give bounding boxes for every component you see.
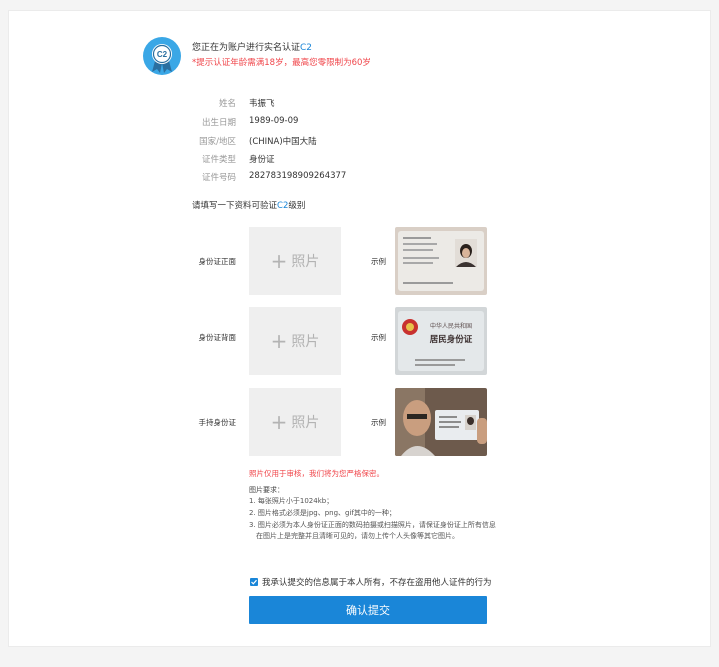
requirement-item: 1. 每张照片小于1024kb； xyxy=(249,497,334,505)
example-label: 示例 xyxy=(371,257,386,266)
example-label: 示例 xyxy=(371,418,386,427)
example-card-line2: 居民身份证 xyxy=(429,334,473,345)
upload-label-id-front: 身份证正面 xyxy=(198,257,237,266)
section-title-suffix: 级别 xyxy=(288,201,306,211)
info-label: 出生日期 xyxy=(201,118,236,128)
upload-id-front-button[interactable]: + 照片 xyxy=(249,227,341,295)
info-value: 韦振飞 xyxy=(249,99,275,109)
submit-button[interactable]: 确认提交 xyxy=(249,596,487,624)
section-title: 请填写一下资料可验证C2级别 xyxy=(192,199,305,211)
example-id-handheld-image xyxy=(395,388,487,456)
checkmark-icon xyxy=(251,579,257,585)
plus-icon: + xyxy=(270,410,288,434)
upload-text: 照片 xyxy=(291,254,320,270)
c2-badge-icon: C2 xyxy=(143,37,181,75)
plus-icon: + xyxy=(270,249,288,273)
info-label: 证件号码 xyxy=(201,173,236,183)
page-title: 您正在为账户进行实名认证C2 xyxy=(192,40,312,53)
section-title-text: 请填写一下资料可验证 xyxy=(192,201,278,211)
requirements-title: 图片要求： xyxy=(249,486,284,494)
example-id-back-image: 中华人民共和国 居民身份证 xyxy=(395,307,487,375)
example-card-line1: 中华人民共和国 xyxy=(430,322,472,330)
section-title-level: C2 xyxy=(277,201,289,211)
age-notice: *提示认证年龄需满18岁，最高您零限制为60岁 xyxy=(192,58,371,68)
info-value: (CHINA)中国大陆 xyxy=(249,137,317,147)
upload-text: 照片 xyxy=(291,334,320,350)
example-id-front-image xyxy=(395,227,487,295)
agreement-checkbox[interactable] xyxy=(250,578,258,586)
info-value: 1989-09-09 xyxy=(249,116,299,126)
requirement-item: 2. 图片格式必须是jpg、png、gif其中的一种； xyxy=(249,509,396,517)
requirement-item: 在图片上是完整并且清晰可见的，请勿上传个人头像等其它图片。 xyxy=(256,532,459,540)
verification-card xyxy=(8,10,711,647)
upload-id-back-button[interactable]: + 照片 xyxy=(249,307,341,375)
example-label: 示例 xyxy=(371,333,386,342)
requirement-item: 3. 图片必须为本人身份证正面的数码拍摄或扫描照片，请保证身份证上所有信息 xyxy=(249,521,496,529)
upload-label-id-handheld: 手持身份证 xyxy=(198,418,237,427)
upload-text: 照片 xyxy=(291,415,320,431)
info-label: 证件类型 xyxy=(201,155,236,165)
page-title-text: 您正在为账户进行实名认证 xyxy=(192,43,301,53)
info-value: 282783198909264377 xyxy=(249,171,347,181)
plus-icon: + xyxy=(270,329,288,353)
upload-label-id-back: 身份证背面 xyxy=(198,333,237,342)
info-label: 国家/地区 xyxy=(199,137,236,147)
page-title-level: C2 xyxy=(300,43,313,53)
privacy-note: 照片仅用于审核，我们将为您严格保密。 xyxy=(249,469,384,478)
badge-level-text: C2 xyxy=(157,50,168,59)
info-label: 姓名 xyxy=(218,99,236,109)
agreement-text[interactable]: 我承认提交的信息属于本人所有，不存在盗用他人证件的行为 xyxy=(262,576,492,588)
upload-id-handheld-button[interactable]: + 照片 xyxy=(249,388,341,456)
info-value: 身份证 xyxy=(249,155,275,165)
